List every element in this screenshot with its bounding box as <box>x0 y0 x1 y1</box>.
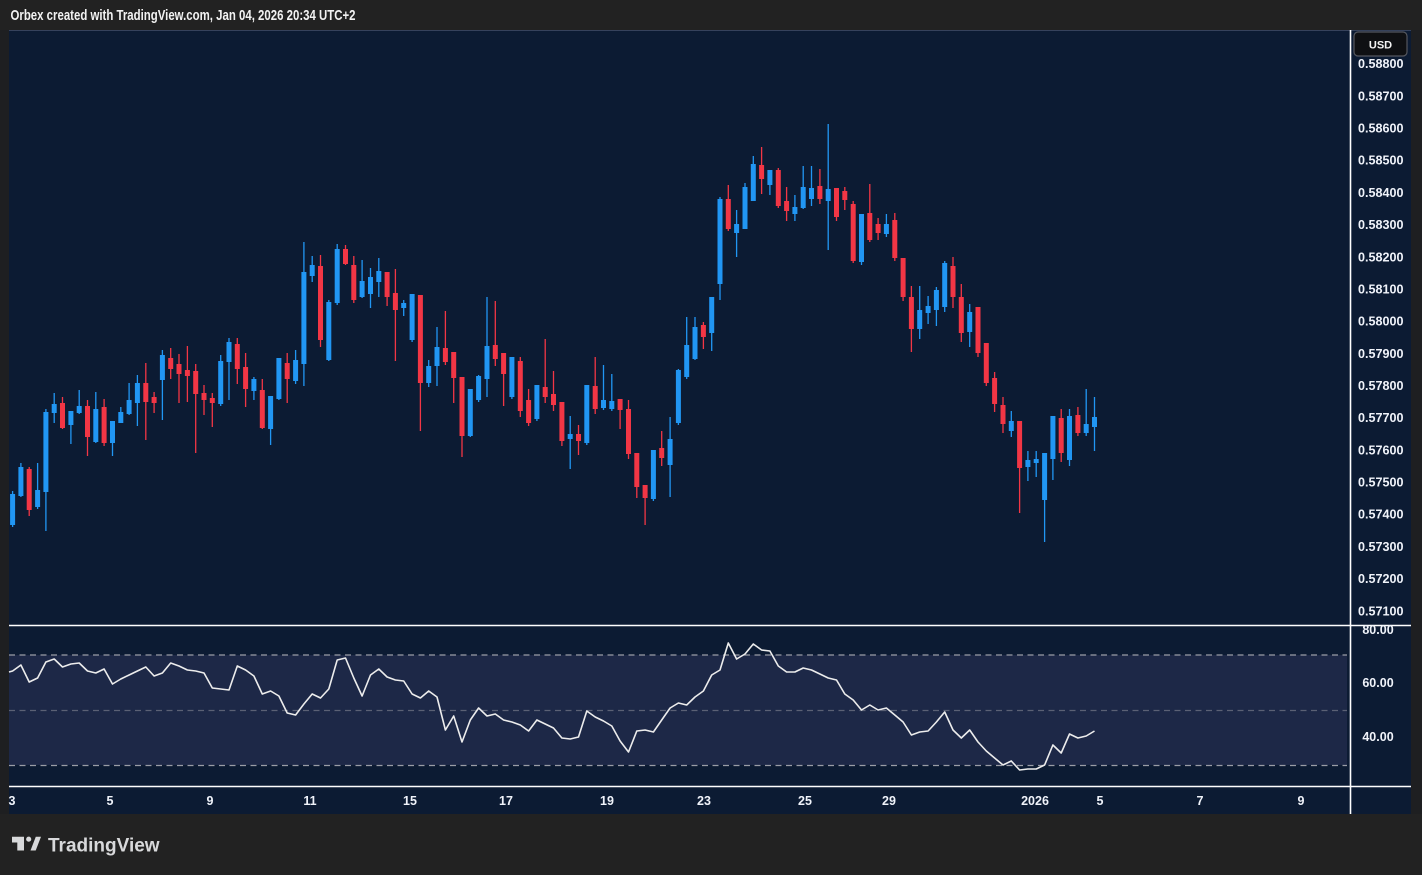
svg-text:5: 5 <box>1097 794 1104 808</box>
svg-text:0.58500: 0.58500 <box>1358 154 1404 168</box>
svg-text:0.57900: 0.57900 <box>1358 347 1404 361</box>
svg-text:0.58000: 0.58000 <box>1358 315 1404 329</box>
svg-text:9: 9 <box>1298 794 1305 808</box>
svg-text:0.57300: 0.57300 <box>1358 540 1404 554</box>
svg-text:60.00: 60.00 <box>1362 676 1393 690</box>
svg-text:17: 17 <box>499 794 513 808</box>
svg-text:0.58200: 0.58200 <box>1358 250 1404 264</box>
svg-text:TradingView: TradingView <box>48 836 160 857</box>
svg-text:0.58700: 0.58700 <box>1358 89 1404 103</box>
svg-text:7: 7 <box>1197 794 1204 808</box>
svg-text:0.57400: 0.57400 <box>1358 508 1404 522</box>
svg-text:0.58600: 0.58600 <box>1358 122 1404 136</box>
svg-text:3: 3 <box>9 794 16 808</box>
svg-text:23: 23 <box>697 794 711 808</box>
svg-text:0.57800: 0.57800 <box>1358 379 1404 393</box>
svg-text:0.57500: 0.57500 <box>1358 476 1404 490</box>
svg-text:2026: 2026 <box>1021 794 1049 808</box>
svg-text:USD: USD <box>1369 40 1392 52</box>
svg-text:0.58400: 0.58400 <box>1358 186 1404 200</box>
svg-text:0.57700: 0.57700 <box>1358 411 1404 425</box>
svg-text:0.57100: 0.57100 <box>1358 604 1404 618</box>
svg-text:9: 9 <box>207 794 214 808</box>
svg-text:0.57600: 0.57600 <box>1358 443 1404 457</box>
svg-text:11: 11 <box>303 794 316 808</box>
svg-text:15: 15 <box>403 794 417 808</box>
svg-text:0.57200: 0.57200 <box>1358 572 1404 586</box>
svg-text:0.58800: 0.58800 <box>1358 57 1404 71</box>
svg-text:5: 5 <box>107 794 114 808</box>
svg-text:0.58300: 0.58300 <box>1358 218 1404 232</box>
svg-text:19: 19 <box>600 794 614 808</box>
svg-text:25: 25 <box>798 794 812 808</box>
svg-text:29: 29 <box>882 794 896 808</box>
svg-text:40.00: 40.00 <box>1362 730 1393 744</box>
svg-text:Orbex created with TradingView: Orbex created with TradingView.com, Jan … <box>11 7 356 24</box>
svg-text:0.58100: 0.58100 <box>1358 283 1404 297</box>
svg-text:80.00: 80.00 <box>1362 623 1393 637</box>
